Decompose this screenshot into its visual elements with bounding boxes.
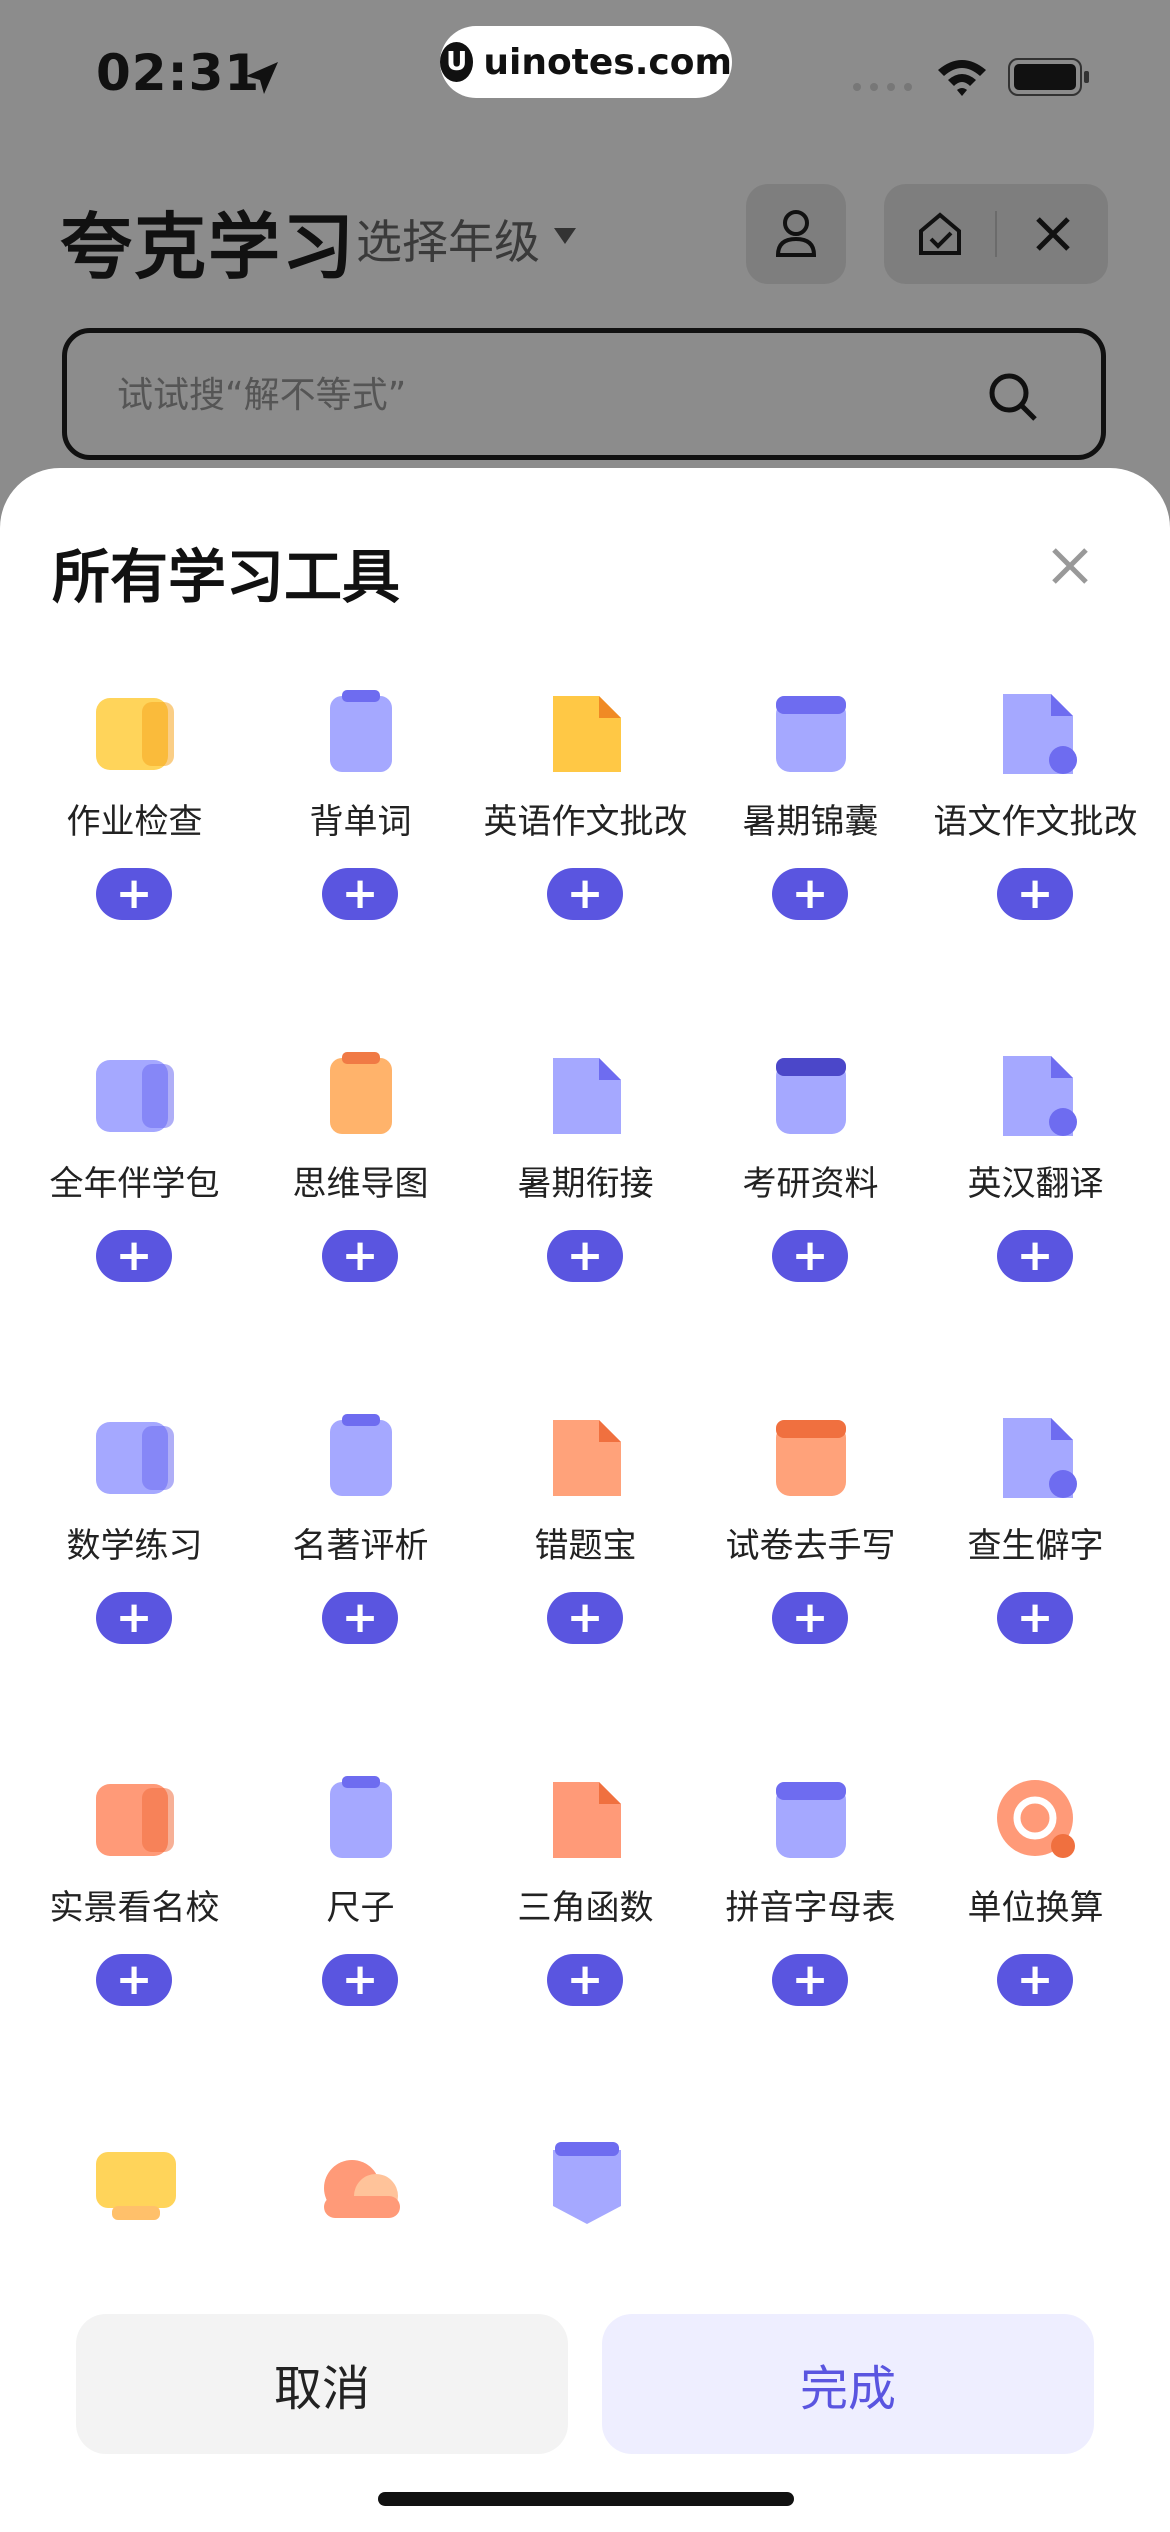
add-tool-button[interactable]: + <box>547 1954 623 2006</box>
watermark-badge: U uinotes.com <box>440 26 732 98</box>
capsule-home-button[interactable] <box>884 184 995 284</box>
add-tool-button[interactable]: + <box>96 1954 172 2006</box>
cellular-signal-icon <box>853 83 912 91</box>
add-tool-button[interactable]: + <box>772 1230 848 1282</box>
binary-icon <box>96 2152 176 2220</box>
add-tool-button[interactable]: + <box>547 1230 623 1282</box>
add-tool-button[interactable]: + <box>772 868 848 920</box>
chinese-essay-icon <box>1003 694 1077 774</box>
close-icon <box>1035 217 1070 251</box>
add-tool-button[interactable]: + <box>547 1592 623 1644</box>
grade-selector[interactable]: 选择年级 <box>356 206 540 272</box>
unit-convert-icon <box>997 1780 1075 1858</box>
tool-item[interactable]: 拼音字母表 + <box>698 1774 923 2074</box>
tool-label: 单位换算 <box>967 1888 1104 1928</box>
status-time: 02:31 <box>96 44 261 102</box>
homework-check-icon <box>96 698 174 770</box>
add-tool-button[interactable]: + <box>96 868 172 920</box>
add-tool-button[interactable]: + <box>997 1954 1073 2006</box>
app-title: 夸克学习 <box>60 205 357 289</box>
capsule-close-button[interactable] <box>997 184 1108 284</box>
add-tool-button[interactable]: + <box>772 1592 848 1644</box>
done-button[interactable]: 完成 <box>602 2314 1094 2454</box>
battery-icon <box>1008 58 1089 96</box>
tool-item[interactable]: 全年伴学包 + <box>22 1050 247 1350</box>
user-icon <box>775 210 817 257</box>
tool-item[interactable]: 三角函数 + <box>473 1774 698 2074</box>
tool-item[interactable]: 尺子 + <box>248 1774 473 2074</box>
mistake-book-icon <box>553 1420 621 1496</box>
summer-bridge-icon <box>553 1058 621 1134</box>
home-check-icon <box>918 212 961 255</box>
trig-function-icon <box>553 1782 621 1858</box>
ruler-icon <box>330 1776 392 1858</box>
home-indicator <box>378 2492 794 2506</box>
pinyin-chart-icon <box>776 1782 846 1858</box>
tool-label: 语文作文批改 <box>933 802 1138 842</box>
search-icon[interactable] <box>987 371 1039 423</box>
tool-item[interactable]: 作业检查 + <box>22 688 247 988</box>
tool-label: 英汉翻译 <box>967 1164 1104 1204</box>
add-tool-button[interactable]: + <box>322 868 398 920</box>
add-tool-button[interactable]: + <box>997 1592 1073 1644</box>
watermark-text: uinotes.com <box>483 41 732 83</box>
summer-kit-icon <box>776 696 846 772</box>
tool-item[interactable]: 暑期衔接 + <box>473 1050 698 1350</box>
wifi-icon <box>938 60 986 96</box>
tools-sheet: 所有学习工具 作业检查 + 背单词 + 英语作文批改 + 暑期锦囊 + 语文作文批改 + 全年伴学包… <box>0 468 1170 2532</box>
tool-grid: 作业检查 + 背单词 + 英语作文批改 + 暑期锦囊 + 语文作文批改 + 全年伴学包 + 思维导图 + 暑… <box>0 468 1170 2268</box>
classics-review-icon <box>330 1414 392 1496</box>
add-tool-button[interactable]: + <box>997 868 1073 920</box>
rare-char-icon <box>1003 1418 1077 1498</box>
weather-cloud-icon <box>324 2160 400 2218</box>
search-box[interactable] <box>62 328 1106 460</box>
location-arrow-icon <box>246 62 278 94</box>
remove-handwriting-icon <box>776 1420 846 1496</box>
study-package-icon <box>96 1060 174 1132</box>
add-tool-button[interactable]: + <box>547 868 623 920</box>
search-input[interactable] <box>115 363 919 427</box>
tool-item[interactable]: 背单词 + <box>248 688 473 988</box>
tool-item[interactable]: 名著评析 + <box>248 1412 473 1712</box>
postgrad-material-icon <box>776 1058 846 1134</box>
add-tool-button[interactable]: + <box>322 1230 398 1282</box>
mind-map-icon <box>330 1052 392 1134</box>
tool-item[interactable]: 试卷去手写 + <box>698 1412 923 1712</box>
tool-item[interactable]: 数学练习 + <box>22 1412 247 1712</box>
caret-down-icon[interactable] <box>552 226 578 246</box>
school-tour-icon <box>96 1784 174 1856</box>
tool-item[interactable]: 语文作文批改 + <box>923 688 1148 988</box>
tool-item[interactable]: 英语作文批改 + <box>473 688 698 988</box>
word-memorize-icon <box>330 690 392 772</box>
tool-item[interactable]: 查生僻字 + <box>923 1412 1148 1712</box>
tool-item[interactable]: 单位换算 + <box>923 1774 1148 2074</box>
translate-icon <box>1003 1056 1077 1136</box>
law-icon <box>553 2142 621 2224</box>
tool-item[interactable]: 思维导图 + <box>248 1050 473 1350</box>
tool-item[interactable]: 英汉翻译 + <box>923 1050 1148 1350</box>
english-essay-icon <box>553 696 621 772</box>
uinotes-logo-icon: U <box>440 42 474 82</box>
tool-item[interactable]: 暑期锦囊 + <box>698 688 923 988</box>
tool-item[interactable]: 考研资料 + <box>698 1050 923 1350</box>
add-tool-button[interactable]: + <box>997 1230 1073 1282</box>
profile-button[interactable] <box>746 184 846 284</box>
tool-label: 查生僻字 <box>967 1526 1104 1566</box>
add-tool-button[interactable]: + <box>322 1592 398 1644</box>
tool-item[interactable]: 错题宝 + <box>473 1412 698 1712</box>
add-tool-button[interactable]: + <box>322 1954 398 2006</box>
math-practice-icon <box>96 1422 174 1494</box>
tool-item[interactable]: 实景看名校 + <box>22 1774 247 2074</box>
add-tool-button[interactable]: + <box>96 1592 172 1644</box>
cancel-button[interactable]: 取消 <box>76 2314 568 2454</box>
add-tool-button[interactable]: + <box>772 1954 848 2006</box>
add-tool-button[interactable]: + <box>96 1230 172 1282</box>
miniapp-capsule <box>884 184 1108 284</box>
